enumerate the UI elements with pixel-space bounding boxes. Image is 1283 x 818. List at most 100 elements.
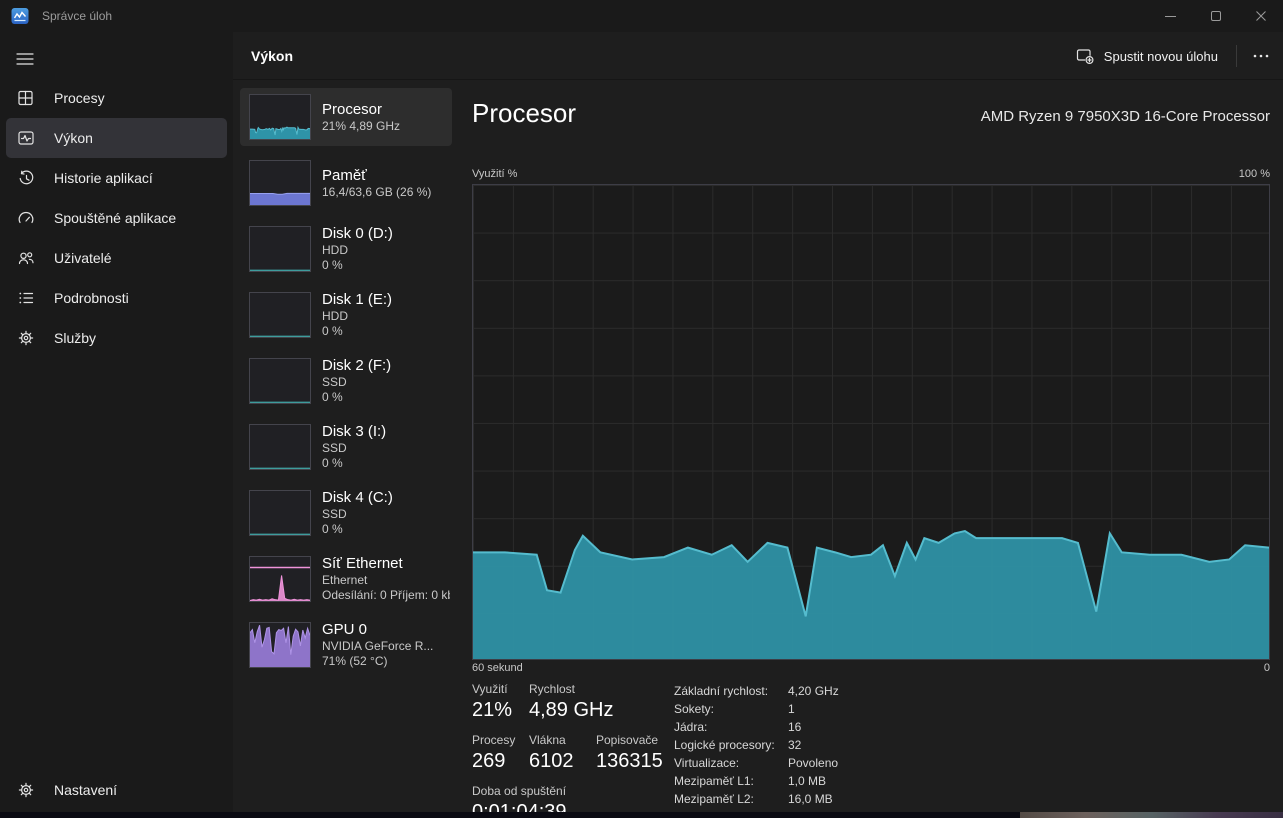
stat-label: Popisovače	[596, 733, 663, 748]
perf-item-disk2[interactable]: Disk 2 (F:) SSD 0 %	[240, 352, 452, 410]
ethernet-mini-chart	[249, 556, 311, 602]
perf-item-title: Disk 0 (D:)	[322, 225, 450, 243]
minimize-icon	[1165, 16, 1176, 17]
window-title: Správce úloh	[42, 0, 112, 32]
hamburger-icon	[16, 52, 34, 66]
sidebar-item-label: Uživatelé	[54, 250, 112, 266]
cpu-details: Základní rychlost:4,20 GHz Sokety:1 Jádr…	[674, 682, 1054, 818]
detail-value: 16,0 MB	[788, 790, 1054, 808]
performance-pulse-icon	[16, 128, 36, 148]
sidebar-item-settings[interactable]: Nastavení	[6, 770, 227, 810]
maximize-button[interactable]	[1193, 0, 1238, 32]
cpu-usage-chart	[472, 184, 1270, 660]
sidebar-item-startup-apps[interactable]: Spouštěné aplikace	[6, 198, 227, 238]
task-manager-window: Správce úloh Procesy	[0, 0, 1283, 818]
cpu-panel-header: Procesor AMD Ryzen 9 7950X3D 16-Core Pro…	[472, 98, 1270, 129]
chart-axis-top: Využití % 100 %	[472, 168, 1270, 180]
perf-item-gpu[interactable]: GPU 0 NVIDIA GeForce R... 71% (52 °C)	[240, 616, 452, 674]
detail-label: Virtualizace:	[674, 754, 788, 772]
minimize-button[interactable]	[1148, 0, 1193, 32]
perf-item-memory[interactable]: Paměť 16,4/63,6 GB (26 %)	[240, 154, 452, 212]
sidebar-item-performance[interactable]: Výkon	[6, 118, 227, 158]
sidebar-item-label: Nastavení	[54, 782, 117, 798]
detail-label: Základní rychlost:	[674, 682, 788, 700]
sidebar-item-label: Podrobnosti	[54, 290, 129, 306]
run-new-task-button[interactable]: Spustit novou úlohu	[1062, 39, 1232, 73]
stat-label: Procesy	[472, 733, 515, 748]
detail-value: 16	[788, 718, 1054, 736]
sidebar-item-processes[interactable]: Procesy	[6, 78, 227, 118]
perf-item-sub: 16,4/63,6 GB (26 %)	[322, 185, 450, 200]
perf-item-title: Disk 2 (F:)	[322, 357, 450, 375]
perf-item-title: GPU 0	[322, 621, 450, 639]
perf-item-sub2: 0 %	[322, 324, 450, 339]
perf-item-sub: Ethernet	[322, 573, 450, 588]
close-button[interactable]	[1238, 0, 1283, 32]
perf-item-title: Disk 4 (C:)	[322, 489, 450, 507]
stat-value: 21%	[472, 697, 512, 723]
menu-toggle-button[interactable]	[6, 42, 44, 76]
perf-item-title: Paměť	[322, 167, 450, 185]
perf-item-sub: SSD	[322, 441, 450, 456]
sidebar-item-label: Výkon	[54, 130, 93, 146]
perf-item-cpu[interactable]: Procesor 21% 4,89 GHz	[240, 88, 452, 146]
detail-label: Sokety:	[674, 700, 788, 718]
x-axis-left-label: 60 sekund	[472, 662, 523, 674]
maximize-icon	[1211, 11, 1221, 21]
perf-item-sub: SSD	[322, 507, 450, 522]
disk0-mini-chart	[249, 226, 311, 272]
cpu-panel-title: Procesor	[472, 98, 576, 129]
cpu-usage-area-series	[473, 185, 1269, 659]
perf-item-disk4[interactable]: Disk 4 (C:) SSD 0 %	[240, 484, 452, 542]
perf-item-sub2: 0 %	[322, 456, 450, 471]
run-new-task-icon	[1076, 48, 1095, 65]
perf-item-title: Disk 3 (I:)	[322, 423, 450, 441]
perf-item-sub2: 0 %	[322, 522, 450, 537]
sidebar-item-users[interactable]: Uživatelé	[6, 238, 227, 278]
perf-item-sub: 21% 4,89 GHz	[322, 119, 450, 134]
stat-value: 136315	[596, 748, 663, 774]
stat-threads: Vlákna 6102	[529, 733, 574, 774]
sidebar-item-details[interactable]: Podrobnosti	[6, 278, 227, 318]
run-new-task-label: Spustit novou úlohu	[1104, 49, 1218, 64]
perf-item-disk1[interactable]: Disk 1 (E:) HDD 0 %	[240, 286, 452, 344]
perf-item-ethernet[interactable]: Síť Ethernet Ethernet Odesílání: 0 Příje…	[240, 550, 452, 608]
cpu-stats: Využití 21% Rychlost 4,89 GHz Procesy 26…	[472, 682, 672, 818]
desktop-wallpaper-sliver	[1020, 812, 1283, 818]
disk3-mini-chart	[249, 424, 311, 470]
sidebar-item-app-history[interactable]: Historie aplikací	[6, 158, 227, 198]
perf-item-sub2: 71% (52 °C)	[322, 654, 450, 669]
perf-item-sub2: Odesílání: 0 Příjem: 0 kb	[322, 588, 450, 603]
perf-item-title: Síť Ethernet	[322, 555, 450, 573]
detail-value: Povoleno	[788, 754, 1054, 772]
perf-item-title: Procesor	[322, 101, 450, 119]
chart-axis-bottom: 60 sekund 0	[472, 662, 1270, 674]
stat-label: Využití	[472, 682, 512, 697]
cpu-mini-chart	[249, 94, 311, 140]
more-options-button[interactable]	[1241, 39, 1281, 73]
stat-value: 4,89 GHz	[529, 697, 613, 723]
cpu-model-name: AMD Ryzen 9 7950X3D 16-Core Processor	[981, 108, 1270, 129]
sidebar-nav: Procesy Výkon Historie aplikací Spouštěn…	[0, 78, 233, 358]
detail-value: 1,0 MB	[788, 772, 1054, 790]
stat-processes: Procesy 269	[472, 733, 515, 774]
stat-value: 6102	[529, 748, 574, 774]
disk1-mini-chart	[249, 292, 311, 338]
perf-item-disk0[interactable]: Disk 0 (D:) HDD 0 %	[240, 220, 452, 278]
content-area: Výkon Spustit novou úlohu	[233, 32, 1283, 812]
settings-gear-icon	[16, 780, 36, 800]
perf-item-sub: SSD	[322, 375, 450, 390]
y-axis-max-label: 100 %	[1239, 168, 1270, 180]
services-cog-icon	[16, 328, 36, 348]
detail-value: 4,20 GHz	[788, 682, 1054, 700]
detail-label: Mezipaměť L2:	[674, 790, 788, 808]
stat-speed: Rychlost 4,89 GHz	[529, 682, 613, 723]
stat-value: 269	[472, 748, 515, 774]
perf-item-sub2: 0 %	[322, 390, 450, 405]
stat-label: Rychlost	[529, 682, 613, 697]
history-clock-icon	[16, 168, 36, 188]
sidebar-item-services[interactable]: Služby	[6, 318, 227, 358]
processes-grid-icon	[16, 88, 36, 108]
detail-value: 32	[788, 736, 1054, 754]
perf-item-disk3[interactable]: Disk 3 (I:) SSD 0 %	[240, 418, 452, 476]
